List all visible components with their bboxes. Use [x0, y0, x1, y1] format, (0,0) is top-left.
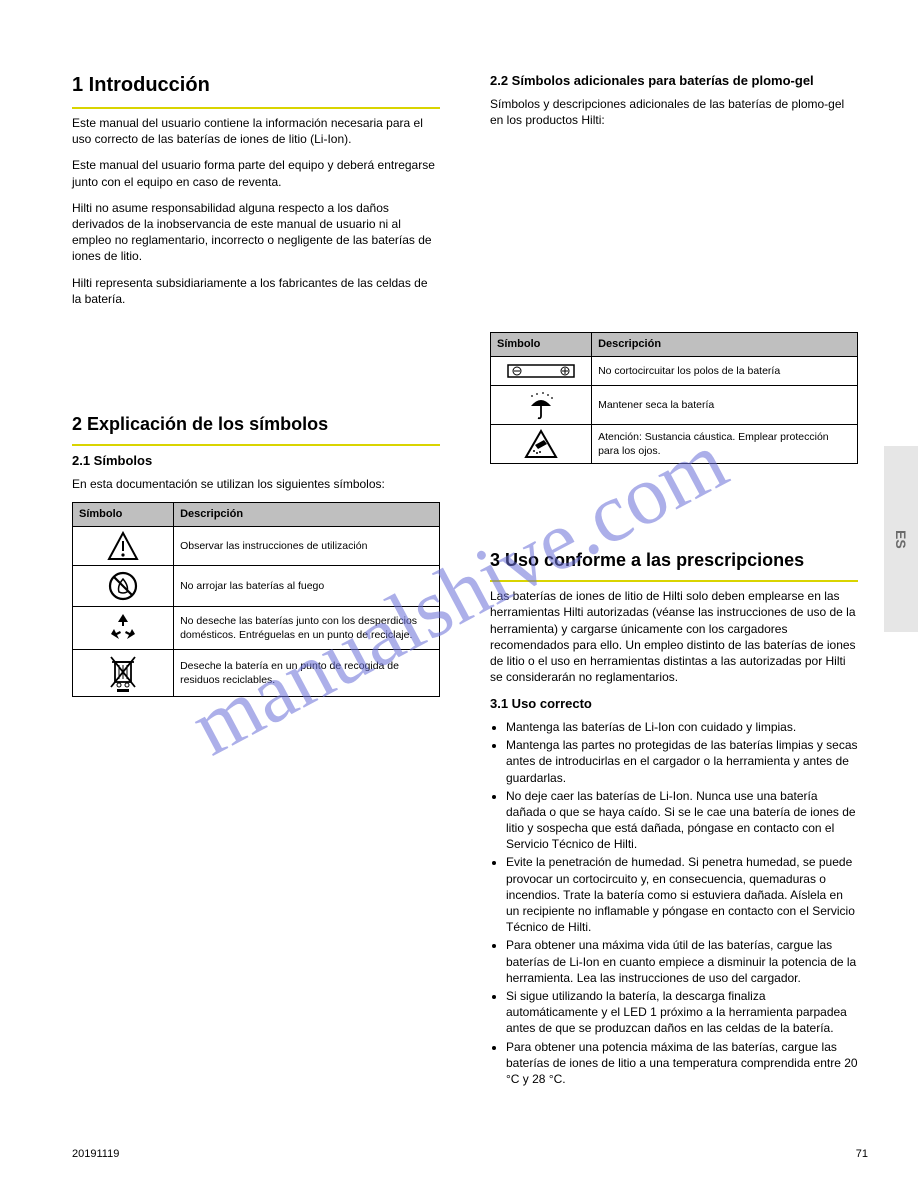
intro-para-0: Este manual del usuario contiene la info…	[72, 115, 440, 147]
table2-desc-1: Mantener seca la batería	[592, 385, 858, 424]
section3-para: Las baterías de iones de litio de Hilti …	[490, 588, 858, 685]
table1-desc-3: Deseche la batería en un punto de recogi…	[174, 649, 440, 696]
section2-2-title: 2.2 Símbolos adicionales para baterías d…	[490, 72, 858, 90]
footer-date: 20191119	[72, 1148, 119, 1160]
page-number: 71	[856, 1148, 868, 1160]
list-item: Si sigue utilizando la batería, la desca…	[506, 988, 858, 1037]
warning-triangle-icon	[75, 531, 171, 561]
section2-1-title: 2.1 Símbolos	[72, 452, 440, 470]
no-fire-icon	[75, 570, 171, 602]
section2-1-intro: En esta documentación se utilizan los si…	[72, 476, 440, 492]
list-item: Para obtener una potencia máxima de las …	[506, 1039, 858, 1088]
page: manualshive.com 1 Introducción Este manu…	[0, 0, 918, 1188]
battery-polarity-icon	[493, 361, 589, 381]
section3-1-title: 3.1 Uso correcto	[490, 695, 858, 713]
table1-desc-0: Observar las instrucciones de utilizació…	[174, 526, 440, 565]
list-item: Mantenga las partes no protegidas de las…	[506, 737, 858, 786]
section3-title: 3 Uso conforme a las prescripciones	[490, 548, 858, 572]
section-introduction: 1 Introducción Este manual del usuario c…	[72, 72, 440, 317]
caustic-warning-icon	[493, 429, 589, 459]
table-row: Atención: Sustancia cáustica. Emplear pr…	[491, 424, 858, 463]
section-symbols: 2 Explicación de los símbolos 2.1 Símbol…	[72, 412, 440, 697]
weee-bin-icon	[75, 654, 171, 692]
intro-para-1: Este manual del usuario forma parte del …	[72, 157, 440, 189]
keep-dry-umbrella-icon	[493, 390, 589, 420]
section3-bullets: Mantenga las baterías de Li-Ion con cuid…	[490, 719, 858, 1087]
language-tab: ES	[884, 446, 918, 632]
symbol-table-1: Símbolo Descripción Observar las instruc…	[72, 502, 440, 697]
divider	[490, 580, 858, 582]
table2-header-symbol: Símbolo	[491, 333, 592, 357]
table-row: No arrojar las baterías al fuego	[73, 565, 440, 606]
table2-wrap: Símbolo Descripción No cortocircuitar lo…	[490, 332, 858, 464]
table2-desc-0: No cortocircuitar los polos de la baterí…	[592, 356, 858, 385]
section1-title: 1 Introducción	[72, 72, 440, 99]
section-2-2: 2.2 Símbolos adicionales para baterías d…	[490, 72, 858, 138]
recycle-icon	[75, 611, 171, 645]
divider	[72, 107, 440, 109]
section-proper-use: 3 Uso conforme a las prescripciones Las …	[490, 548, 858, 1089]
list-item: No deje caer las baterías de Li-Ion. Nun…	[506, 788, 858, 853]
table1-desc-2: No deseche las baterías junto con los de…	[174, 606, 440, 649]
symbol-table-2: Símbolo Descripción No cortocircuitar lo…	[490, 332, 858, 464]
list-item: Mantenga las baterías de Li-Ion con cuid…	[506, 719, 858, 735]
section2-2-intro: Símbolos y descripciones adicionales de …	[490, 96, 858, 128]
page-footer: 20191119 71	[72, 1148, 868, 1160]
list-item: Evite la penetración de humedad. Si pene…	[506, 854, 858, 935]
list-item: Para obtener una máxima vida útil de las…	[506, 937, 858, 986]
intro-para-3: Hilti representa subsidiariamente a los …	[72, 275, 440, 307]
divider	[72, 444, 440, 446]
table2-desc-2: Atención: Sustancia cáustica. Emplear pr…	[592, 424, 858, 463]
table-row: Mantener seca la batería	[491, 385, 858, 424]
table-row: Deseche la batería en un punto de recogi…	[73, 649, 440, 696]
table2-header-desc: Descripción	[592, 333, 858, 357]
table-row: Observar las instrucciones de utilizació…	[73, 526, 440, 565]
section2-title: 2 Explicación de los símbolos	[72, 412, 440, 436]
table1-desc-1: No arrojar las baterías al fuego	[174, 565, 440, 606]
table1-header-desc: Descripción	[174, 503, 440, 527]
table-row: No cortocircuitar los polos de la baterí…	[491, 356, 858, 385]
table1-header-symbol: Símbolo	[73, 503, 174, 527]
intro-para-2: Hilti no asume responsabilidad alguna re…	[72, 200, 440, 265]
table-row: No deseche las baterías junto con los de…	[73, 606, 440, 649]
